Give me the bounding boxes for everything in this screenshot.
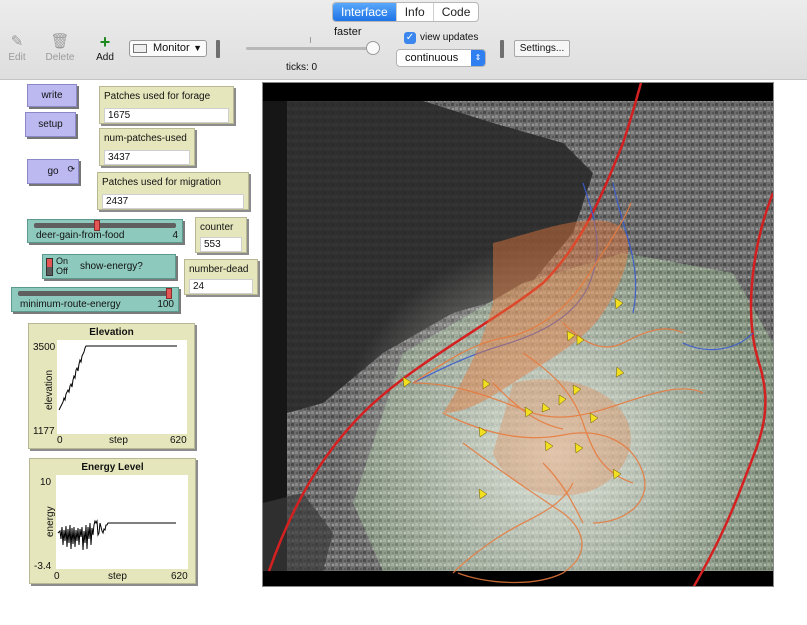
monitor-patches-forage: Patches used for forage 1675 [99,86,234,124]
switch-show-energy[interactable]: On Off show-energy? [42,254,176,279]
update-mode-select[interactable]: continuous ⇕ [396,49,486,67]
energy-line [57,519,176,551]
speed-tick-mark [310,37,311,43]
monitor-counter: counter 553 [195,217,247,253]
toolbar-separator [500,40,504,58]
settings-button[interactable]: Settings... [514,40,570,57]
tab-bar: Interface Info Code [332,2,480,22]
plus-icon: + [99,32,111,52]
speed-slider[interactable] [246,47,376,50]
monitor-num-patches-used: num-patches-used 3437 [99,128,195,166]
trash-icon: 🗑 [50,33,70,50]
slider-knob[interactable] [166,288,172,299]
monitor-patches-migration: Patches used for migration 2437 [97,172,249,210]
widget-type-select[interactable]: Monitor ▼ [129,40,207,57]
speed-slider-knob[interactable] [366,41,380,55]
write-button[interactable]: write [27,84,77,107]
view-updates-checkbox[interactable]: ✓ [404,32,416,44]
tab-interface[interactable]: Interface [333,3,396,21]
setup-button[interactable]: setup [25,112,76,137]
tab-info[interactable]: Info [395,3,433,21]
world-map [263,83,773,586]
view-updates-label: view updates [420,32,479,43]
slider-minimum-route-energy[interactable]: minimum-route-energy 100 [11,287,179,312]
go-button[interactable]: go ⟳ [27,159,79,184]
toolbar: Interface Info Code ✎ Edit 🗑 Delete + Ad… [0,0,807,80]
forever-loop-icon: ⟳ [67,164,75,174]
plot-area [56,475,188,569]
switch-toggle[interactable] [46,258,53,276]
plot-elevation: Elevation 3500 1177 elevation 0 step 620 [28,323,195,449]
slider-deer-gain-from-food[interactable]: deer-gain-from-food 4 [27,219,183,243]
elevation-line [58,345,177,411]
slider-track [34,223,176,228]
world-view[interactable] [262,82,774,587]
delete-button[interactable]: 🗑 Delete [38,33,82,64]
plot-energy-level: Energy Level 10 -3.4 energy 0 step 620 [29,458,196,584]
toolbar-separator [216,40,220,58]
add-button[interactable]: + Add [83,32,127,63]
speed-label: faster [334,26,362,38]
slider-track [18,291,172,296]
monitor-number-dead: number-dead 24 [184,259,258,295]
ticks-counter: ticks: 0 [286,62,318,73]
plot-area [57,340,187,434]
monitor-widget-icon [133,44,147,53]
edit-button[interactable]: ✎ Edit [0,33,39,64]
updown-arrow-icon: ⇕ [471,50,485,66]
tab-code[interactable]: Code [432,3,479,21]
pencil-icon: ✎ [10,33,24,50]
chevron-down-icon: ▼ [193,43,202,53]
